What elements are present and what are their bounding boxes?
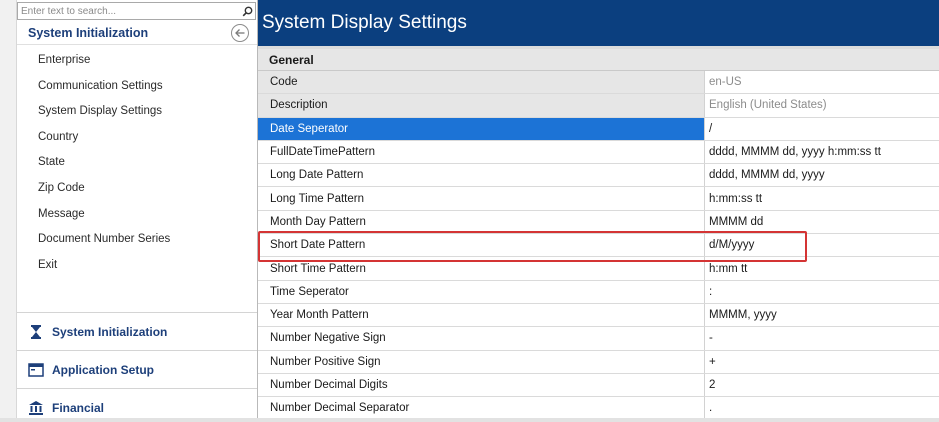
nav-item-message[interactable]: Message	[17, 202, 257, 228]
nav-group-system-initialization[interactable]: System Initialization	[17, 312, 257, 350]
property-row-number-decimal-digits[interactable]: Number Decimal Digits 2	[258, 373, 939, 398]
window-bottom-edge	[0, 418, 939, 422]
page-title: System Display Settings	[262, 12, 467, 33]
property-label: Short Date Pattern	[258, 234, 705, 257]
property-label: Number Decimal Digits	[258, 373, 705, 397]
nav-group-label: System Initialization	[52, 324, 168, 339]
property-label: Code	[258, 71, 705, 94]
bank-icon	[27, 399, 45, 417]
property-value-input[interactable]: .	[705, 397, 939, 419]
property-row-month-day-pattern[interactable]: Month Day Pattern MMMM dd	[258, 210, 939, 235]
property-row-number-negative-sign[interactable]: Number Negative Sign -	[258, 327, 939, 351]
nav-group-label: Application Setup	[52, 362, 154, 377]
property-label: Number Positive Sign	[258, 350, 705, 373]
property-value-input[interactable]: dddd, MMMM dd, yyyy	[705, 164, 939, 186]
property-label: Month Day Pattern	[258, 210, 705, 234]
property-value: en-US	[709, 76, 742, 89]
navigation-pane: System Initialization Enterprise Communi…	[0, 0, 258, 422]
search-box[interactable]	[17, 2, 256, 20]
property-grid: General Code en-US Description English (…	[258, 49, 939, 421]
nav-item-communication-settings[interactable]: Communication Settings	[17, 74, 257, 100]
hourglass-icon	[27, 323, 45, 341]
property-label: Long Date Pattern	[258, 164, 705, 187]
property-value-input[interactable]: h:mm:ss tt	[705, 187, 939, 209]
window-icon	[27, 361, 45, 379]
property-value-input[interactable]: dddd, MMMM dd, yyyy h:mm:ss tt	[705, 141, 939, 163]
nav-item-state[interactable]: State	[17, 150, 257, 176]
property-value-input[interactable]: -	[705, 327, 939, 349]
nav-list: Enterprise Communication Settings System…	[17, 48, 257, 278]
nav-gutter	[0, 0, 17, 422]
nav-groups: System Initialization Application Setup …	[17, 312, 257, 422]
property-row-date-separator[interactable]: Date Seperator /	[258, 117, 939, 141]
back-arrow-icon[interactable]	[231, 23, 249, 42]
section-header-general[interactable]: General	[258, 49, 939, 71]
nav-header-title: System Initialization	[28, 25, 149, 40]
property-row-code[interactable]: Code en-US	[258, 71, 939, 95]
property-value-input[interactable]: :	[705, 281, 939, 303]
nav-item-system-display-settings[interactable]: System Display Settings	[17, 99, 257, 125]
property-row-short-time-pattern[interactable]: Short Time Pattern h:mm tt	[258, 257, 939, 281]
nav-item-enterprise[interactable]: Enterprise	[17, 48, 257, 74]
property-label: Time Seperator	[258, 280, 705, 303]
property-value-input[interactable]: h:mm tt	[705, 257, 939, 279]
nav-group-application-setup[interactable]: Application Setup	[17, 350, 257, 388]
property-row-short-date-pattern[interactable]: Short Date Pattern d/M/yyyy	[258, 234, 939, 258]
property-row-number-decimal-separator[interactable]: Number Decimal Separator .	[258, 397, 939, 421]
nav-group-financial[interactable]: Financial	[17, 388, 257, 422]
property-row-number-positive-sign[interactable]: Number Positive Sign +	[258, 350, 939, 374]
property-row-description[interactable]: Description English (United States)	[258, 94, 939, 118]
property-label: Number Negative Sign	[258, 327, 705, 350]
property-row-long-date-pattern[interactable]: Long Date Pattern dddd, MMMM dd, yyyy	[258, 164, 939, 188]
property-row-time-separator[interactable]: Time Seperator :	[258, 280, 939, 304]
page-header: System Display Settings	[258, 0, 939, 46]
property-value: English (United States)	[709, 99, 827, 112]
search-input[interactable]	[18, 3, 239, 19]
nav-header: System Initialization	[17, 21, 257, 45]
nav-item-zip-code[interactable]: Zip Code	[17, 176, 257, 202]
property-value-input[interactable]: d/M/yyyy	[705, 234, 939, 256]
property-label: Year Month Pattern	[258, 303, 705, 327]
nav-item-exit[interactable]: Exit	[17, 253, 257, 279]
nav-item-document-number-series[interactable]: Document Number Series	[17, 227, 257, 253]
property-label: FullDateTimePattern	[258, 140, 705, 164]
property-row-year-month-pattern[interactable]: Year Month Pattern MMMM, yyyy	[258, 303, 939, 328]
property-value-input[interactable]: /	[705, 118, 939, 140]
property-value-input[interactable]: MMMM, yyyy	[705, 304, 939, 326]
property-value-input[interactable]: +	[705, 351, 939, 373]
search-icon[interactable]	[239, 3, 255, 19]
property-label: Description	[258, 94, 705, 117]
property-label: Number Decimal Separator	[258, 397, 705, 420]
property-label: Long Time Pattern	[258, 187, 705, 210]
property-row-full-date-time-pattern[interactable]: FullDateTimePattern dddd, MMMM dd, yyyy …	[258, 140, 939, 165]
property-row-long-time-pattern[interactable]: Long Time Pattern h:mm:ss tt	[258, 187, 939, 211]
nav-group-label: Financial	[52, 400, 105, 415]
property-value-input[interactable]: MMMM dd	[705, 211, 939, 233]
property-label: Short Time Pattern	[258, 257, 705, 280]
property-value-input[interactable]: 2	[705, 374, 939, 396]
nav-item-country[interactable]: Country	[17, 125, 257, 151]
property-label: Date Seperator	[258, 117, 705, 140]
